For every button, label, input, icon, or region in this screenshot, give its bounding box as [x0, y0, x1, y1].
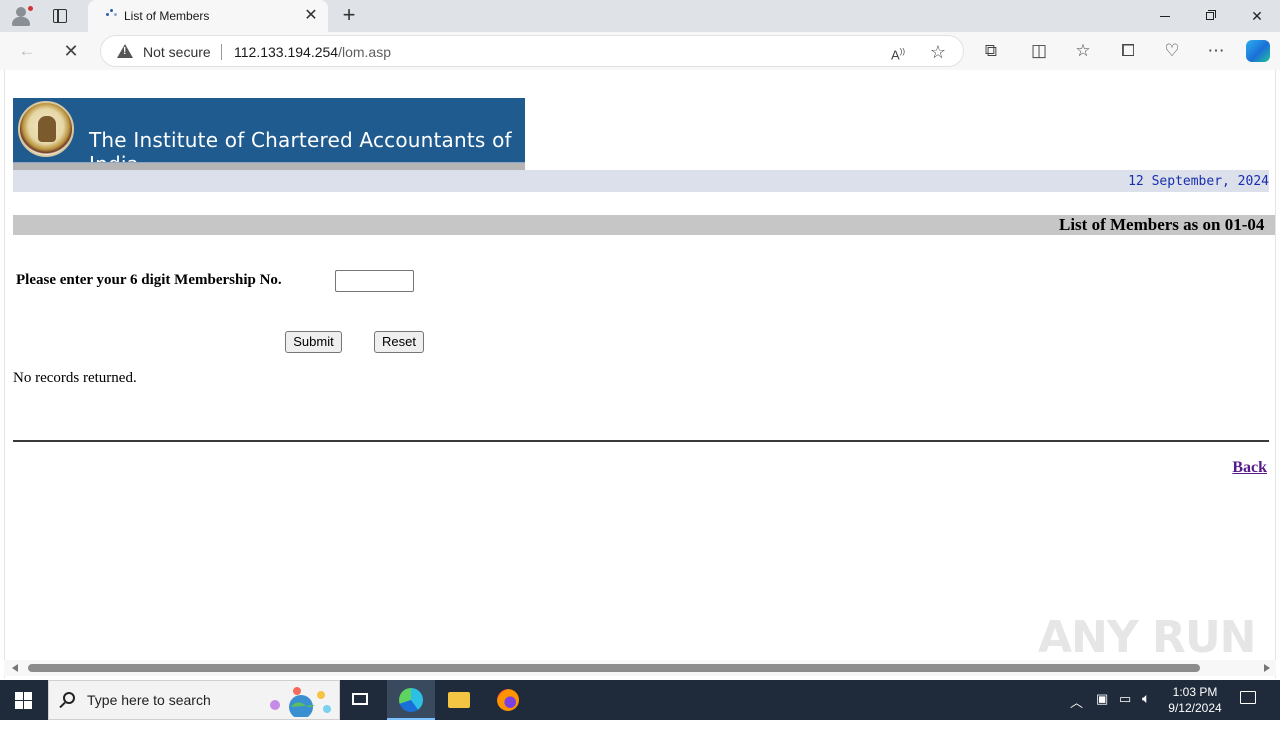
page-viewport: The Institute of Chartered Accountants o… — [4, 70, 1276, 678]
new-tab-button[interactable]: + — [338, 4, 360, 28]
back-link[interactable]: Back — [1232, 459, 1267, 477]
read-aloud-icon[interactable]: A)) — [887, 41, 909, 63]
volume-icon[interactable]: 🔈︎ — [1142, 690, 1150, 730]
tab-actions-icon[interactable] — [50, 7, 70, 25]
browser-tab-strip: List of Members ✕ + ✕ — [0, 0, 1280, 32]
loading-favicon-icon — [106, 9, 118, 21]
scrollbar-thumb[interactable] — [28, 664, 1200, 672]
url-text[interactable]: 112.133.194.254/lom.asp — [234, 44, 391, 60]
tab-title: List of Members — [124, 9, 210, 23]
network-icon[interactable]: ▭ — [1119, 691, 1131, 731]
more-menu-icon[interactable]: ⋯ — [1205, 40, 1227, 62]
horizontal-scrollbar[interactable] — [4, 660, 1276, 676]
start-windows-icon[interactable] — [0, 680, 48, 720]
clock-date: 9/12/2024 — [1168, 701, 1222, 715]
address-bar[interactable]: Not secure 112.133.194.254/lom.asp A)) ☆ — [100, 35, 964, 67]
icai-banner: The Institute of Chartered Accountants o… — [13, 98, 525, 176]
search-highlight-icon — [270, 687, 331, 717]
reset-button[interactable]: Reset — [374, 331, 424, 353]
favorite-star-icon[interactable]: ☆ — [927, 41, 949, 63]
search-icon — [63, 692, 75, 704]
favorites-icon[interactable]: ☆ — [1072, 40, 1094, 62]
current-date: 12 September, 2024 — [1128, 174, 1269, 189]
browser-essentials-icon[interactable]: ♡ — [1161, 40, 1183, 62]
membership-number-input[interactable] — [335, 270, 414, 292]
heading-bar: List of Members as on 01-04 — [13, 215, 1275, 235]
clock-time: 1:03 PM — [1172, 685, 1218, 699]
profile-icon[interactable] — [8, 4, 34, 28]
split-screen-icon[interactable]: ◫ — [1028, 40, 1050, 62]
tab-list-of-members[interactable]: List of Members ✕ — [88, 0, 328, 32]
file-explorer-icon[interactable] — [435, 680, 483, 720]
back-arrow-icon[interactable]: ← — [16, 40, 38, 62]
membership-prompt-label: Please enter your 6 digit Membership No. — [16, 272, 282, 288]
tray-device-icon[interactable]: ▣ — [1096, 691, 1108, 731]
browser-toolbar: ← ✕ Not secure 112.133.194.254/lom.asp A… — [0, 32, 1280, 70]
scroll-right-icon[interactable] — [1264, 664, 1270, 672]
task-view-icon[interactable] — [338, 680, 386, 720]
collections-icon[interactable]: ⧠ — [1117, 40, 1139, 62]
extensions-icon[interactable]: ⧉ — [980, 40, 1002, 62]
firefox-icon[interactable] — [484, 680, 532, 720]
search-placeholder: Type here to search — [87, 692, 211, 708]
url-path: /lom.asp — [338, 44, 391, 60]
page-heading: List of Members as on 01-04 — [1059, 215, 1265, 234]
notifications-icon[interactable] — [1238, 689, 1258, 709]
submit-button[interactable]: Submit — [285, 331, 342, 353]
scroll-left-icon[interactable] — [12, 664, 18, 672]
anyrun-watermark: ANY RUN — [1038, 612, 1256, 663]
edge-taskbar-icon[interactable] — [387, 680, 435, 720]
warning-icon — [117, 44, 133, 58]
result-message: No records returned. — [13, 370, 137, 386]
close-tab-icon[interactable]: ✕ — [302, 7, 320, 25]
divider — [13, 440, 1269, 442]
restore-window-button[interactable] — [1188, 0, 1234, 32]
minimize-window-button[interactable] — [1142, 0, 1188, 32]
url-host: 112.133.194.254 — [234, 44, 339, 60]
taskbar-clock[interactable]: 1:03 PM 9/12/2024 — [1160, 684, 1230, 716]
security-status[interactable]: Not secure — [143, 44, 211, 60]
windows-taskbar: Type here to search ︿ ▣ ▭ 🔈︎ 1:03 PM 9/1… — [0, 680, 1280, 720]
stop-loading-icon[interactable]: ✕ — [60, 40, 82, 62]
close-window-button[interactable]: ✕ — [1234, 0, 1280, 32]
taskbar-search-box[interactable]: Type here to search — [48, 680, 340, 720]
icai-logo-icon — [18, 101, 74, 157]
copilot-icon[interactable] — [1246, 40, 1270, 62]
date-bar: 12 September, 2024 — [13, 170, 1269, 192]
tray-overflow-icon[interactable]: ︿ — [1070, 692, 1083, 732]
